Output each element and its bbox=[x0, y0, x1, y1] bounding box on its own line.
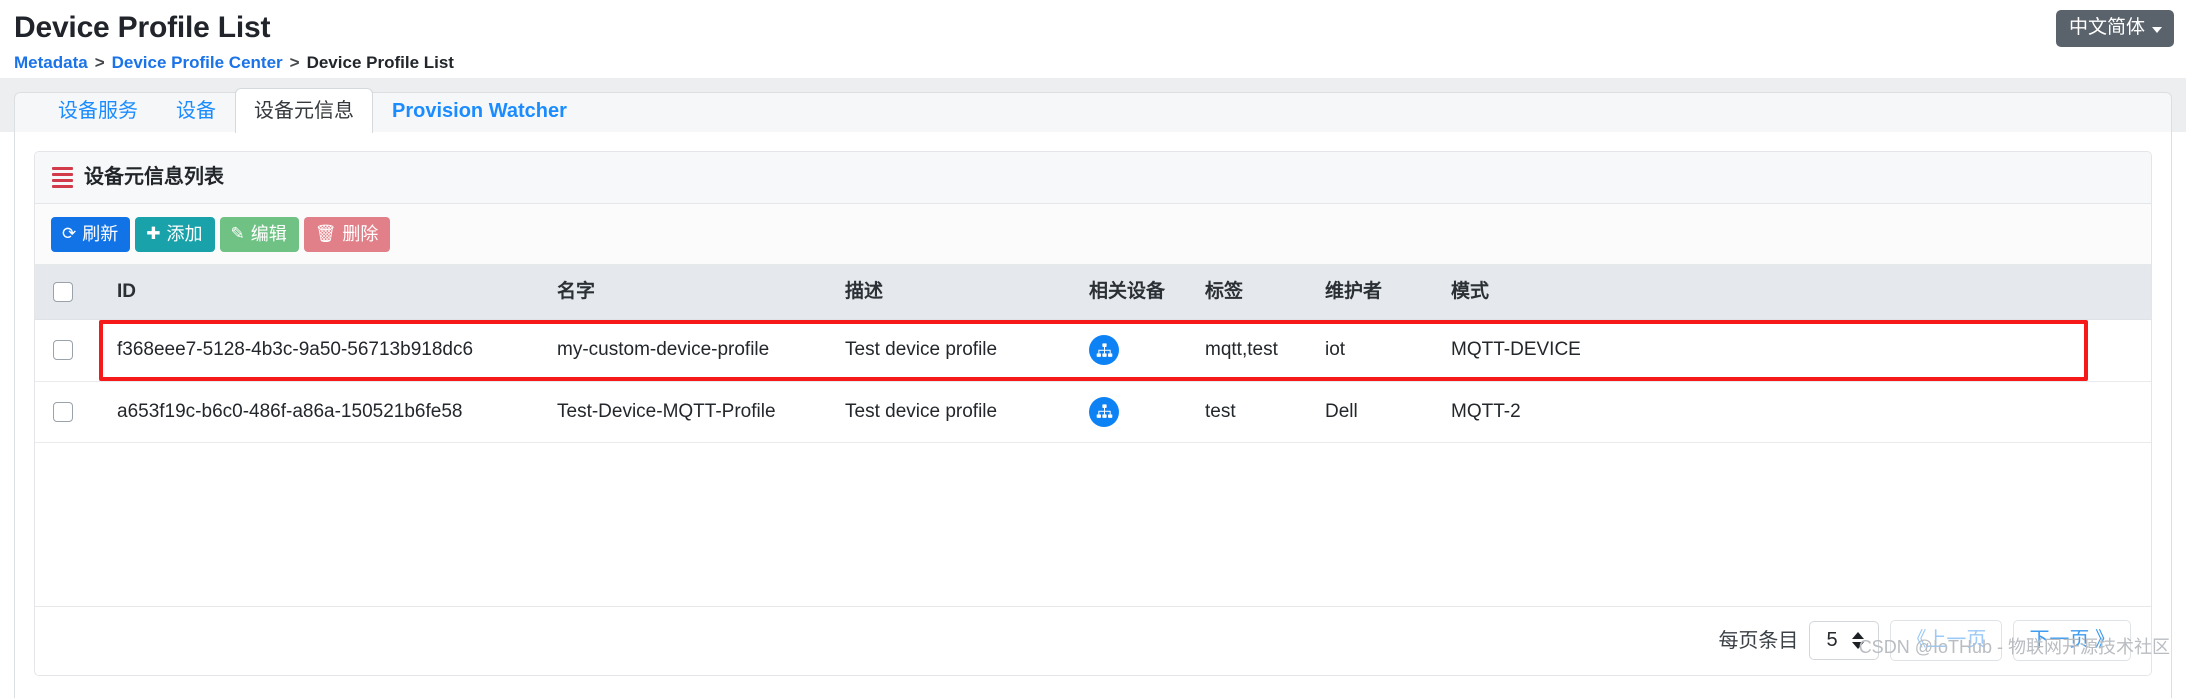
toolbar: ⟳ 刷新 ✚ 添加 ✎ 编辑 🗑 删除 bbox=[35, 204, 2151, 265]
cell-description: Test device profile bbox=[845, 319, 1089, 382]
tab-label: 设备服务 bbox=[58, 100, 138, 122]
column-header-name[interactable]: 名字 bbox=[557, 265, 845, 320]
tab-list: 设备服务 设备 设备元信息 Provision Watcher bbox=[14, 88, 2172, 133]
tab-device[interactable]: 设备 bbox=[157, 90, 235, 132]
cell-related-device bbox=[1089, 381, 1205, 443]
tab-device-service[interactable]: 设备服务 bbox=[39, 90, 157, 132]
delete-button-label: 删除 bbox=[342, 224, 379, 244]
breadcrumb-current: Device Profile List bbox=[306, 53, 454, 72]
page-header: Device Profile List Metadata > Device Pr… bbox=[0, 0, 2186, 78]
row-checkbox[interactable] bbox=[53, 401, 73, 422]
breadcrumb-separator: > bbox=[94, 53, 105, 72]
tab-provision-watcher[interactable]: Provision Watcher bbox=[373, 90, 586, 132]
edit-button[interactable]: ✎ 编辑 bbox=[219, 217, 299, 252]
cell-labels: mqtt,test bbox=[1205, 319, 1325, 382]
table-row[interactable]: f368eee7-5128-4b3c-9a50-56713b918dc6 my-… bbox=[35, 319, 2151, 382]
tab-label: 设备 bbox=[176, 100, 216, 122]
refresh-button[interactable]: ⟳ 刷新 bbox=[51, 217, 131, 252]
cell-id: a653f19c-b6c0-486f-a86a-150521b6fe58 bbox=[117, 381, 557, 443]
per-page-value: 5 bbox=[1826, 629, 1838, 651]
device-profile-card: 设备元信息列表 ⟳ 刷新 ✚ 添加 ✎ 编辑 🗑 删除 ID 名字 描述 相关设… bbox=[34, 151, 2152, 676]
column-header-manufacturer[interactable]: 维护者 bbox=[1325, 265, 1451, 320]
cell-name: Test-Device-MQTT-Profile bbox=[557, 381, 845, 443]
select-all-checkbox[interactable] bbox=[53, 282, 73, 302]
tab-label: 设备元信息 bbox=[254, 100, 354, 122]
language-switch-label: 中文简体 bbox=[2068, 17, 2145, 38]
sitemap-icon[interactable] bbox=[1089, 396, 1119, 427]
tab-bar: 设备服务 设备 设备元信息 Provision Watcher bbox=[0, 78, 2186, 133]
plus-icon: ✚ bbox=[146, 224, 161, 243]
watermark: CSDN @IoTHub - 物联网开源技术社区 bbox=[1858, 637, 2170, 657]
list-ul-icon bbox=[53, 166, 73, 188]
trash-icon: 🗑 bbox=[314, 224, 337, 243]
device-profile-table: ID 名字 描述 相关设备 标签 维护者 模式 f368eee7-5128-4b… bbox=[35, 265, 2151, 443]
chevron-down-icon bbox=[2152, 26, 2162, 33]
cell-description: Test device profile bbox=[845, 381, 1089, 443]
card-title: 设备元信息列表 bbox=[84, 166, 224, 188]
breadcrumb: Metadata > Device Profile Center > Devic… bbox=[14, 53, 2186, 73]
sitemap-icon[interactable] bbox=[1089, 335, 1119, 365]
breadcrumb-link-metadata[interactable]: Metadata bbox=[14, 53, 88, 73]
column-header-id[interactable]: ID bbox=[117, 265, 557, 320]
cell-model: MQTT-2 bbox=[1451, 381, 2151, 443]
row-select-cell bbox=[35, 319, 117, 382]
cell-manufacturer: iot bbox=[1325, 319, 1451, 382]
column-header-description[interactable]: 描述 bbox=[845, 265, 1089, 320]
table-header-row: ID 名字 描述 相关设备 标签 维护者 模式 bbox=[35, 265, 2151, 320]
edit-button-label: 编辑 bbox=[250, 224, 287, 244]
cell-labels: test bbox=[1205, 381, 1325, 443]
row-select-cell bbox=[35, 381, 117, 443]
edit-icon: ✎ bbox=[230, 224, 245, 243]
cell-name: my-custom-device-profile bbox=[557, 319, 845, 382]
select-all-header bbox=[35, 265, 117, 320]
page-title: Device Profile List bbox=[14, 11, 271, 44]
refresh-button-label: 刷新 bbox=[82, 224, 119, 244]
column-header-model[interactable]: 模式 bbox=[1451, 265, 2151, 320]
delete-button[interactable]: 🗑 删除 bbox=[303, 217, 391, 252]
cell-model: MQTT-DEVICE bbox=[1451, 319, 2151, 382]
pagination: 每页条目 5 《上一页 下一页 》 bbox=[35, 606, 2151, 675]
card-header: 设备元信息列表 bbox=[35, 152, 2151, 204]
per-page-label: 每页条目 bbox=[1718, 629, 1799, 652]
table-container: ID 名字 描述 相关设备 标签 维护者 模式 f368eee7-5128-4b… bbox=[35, 265, 2151, 606]
cell-id: f368eee7-5128-4b3c-9a50-56713b918dc6 bbox=[117, 319, 557, 382]
breadcrumb-separator: > bbox=[289, 53, 300, 72]
column-header-related-device[interactable]: 相关设备 bbox=[1089, 265, 1205, 320]
table-body: f368eee7-5128-4b3c-9a50-56713b918dc6 my-… bbox=[35, 319, 2151, 443]
cell-manufacturer: Dell bbox=[1325, 381, 1451, 443]
tab-label: Provision Watcher bbox=[392, 100, 567, 122]
breadcrumb-link-device-profile-center[interactable]: Device Profile Center bbox=[112, 53, 283, 73]
table-header: ID 名字 描述 相关设备 标签 维护者 模式 bbox=[35, 265, 2151, 320]
refresh-icon: ⟳ bbox=[62, 224, 77, 243]
language-switch-button[interactable]: 中文简体 bbox=[2055, 10, 2174, 47]
add-button[interactable]: ✚ 添加 bbox=[135, 217, 215, 252]
tab-device-profile[interactable]: 设备元信息 bbox=[235, 88, 373, 133]
add-button-label: 添加 bbox=[166, 224, 203, 244]
row-checkbox[interactable] bbox=[53, 340, 73, 361]
cell-related-device bbox=[1089, 319, 1205, 382]
column-header-labels[interactable]: 标签 bbox=[1205, 265, 1325, 320]
table-row[interactable]: a653f19c-b6c0-486f-a86a-150521b6fe58 Tes… bbox=[35, 381, 2151, 443]
tab-panel: 设备元信息列表 ⟳ 刷新 ✚ 添加 ✎ 编辑 🗑 删除 ID 名字 描述 相关设… bbox=[14, 132, 2172, 698]
